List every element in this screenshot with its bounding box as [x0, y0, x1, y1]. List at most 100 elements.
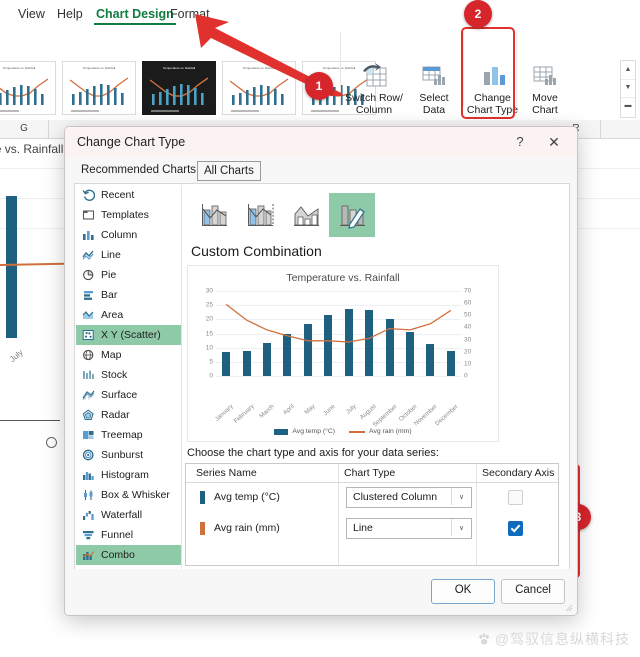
combo-preset-stacked-area-clustered-column[interactable] — [283, 193, 329, 237]
ribbon-tab-chart-design[interactable]: Chart Design — [94, 7, 176, 25]
worksheet-chart-title: Temperature vs. Rainfall — [0, 142, 64, 156]
chart-type-item-area[interactable]: Area — [76, 305, 181, 325]
change-chart-type-button[interactable]: Change Chart Type — [465, 58, 520, 116]
chart-type-item-funnel[interactable]: Funnel — [76, 525, 181, 545]
chart-type-item-column[interactable]: Column — [76, 225, 181, 245]
chevron-down-icon: ∨ — [451, 488, 471, 505]
chart-type-item-waterfall[interactable]: Waterfall — [76, 505, 181, 525]
chart-type-dropdown-avg-rain[interactable]: Line ∨ — [346, 518, 472, 539]
chart-type-item-xy-scatter[interactable]: X Y (Scatter) — [76, 325, 181, 345]
chart-type-item-pie[interactable]: Pie — [76, 265, 181, 285]
series-color-swatch — [200, 491, 205, 504]
series-row-avg-rain: Avg rain (mm) Line ∨ — [186, 514, 558, 544]
chart-type-item-treemap[interactable]: Treemap — [76, 425, 181, 445]
chart-resize-handle[interactable] — [46, 437, 57, 448]
move-chart-button[interactable]: Move Chart — [518, 58, 572, 116]
column-header-g[interactable]: G — [0, 120, 49, 138]
worksheet-chart-xlabel: July — [8, 347, 25, 364]
pie-chart-icon — [80, 268, 96, 282]
chart-type-item-recent[interactable]: Recent — [76, 185, 181, 205]
gallery-scroll-down-button[interactable]: ▼ — [621, 79, 635, 98]
tab-all-charts[interactable]: All Charts — [197, 161, 261, 181]
dropdown-value: Line — [353, 522, 373, 534]
combo-preset-custom-combination[interactable] — [329, 193, 375, 237]
secondary-axis-checkbox-avg-rain[interactable] — [508, 521, 523, 536]
line-chart-icon — [80, 248, 96, 262]
chart-type-item-surface[interactable]: Surface — [76, 385, 181, 405]
chart-style-thumbnail[interactable]: Temperature vs. Rainfall — [222, 61, 296, 115]
dialog-footer: OK Cancel — [65, 569, 577, 615]
preview-legend: Avg temp (°C) Avg rain (mm) — [188, 428, 498, 435]
chart-type-item-stock[interactable]: Stock — [76, 365, 181, 385]
series-row-avg-temp: Avg temp (°C) Clustered Column ∨ — [186, 483, 558, 513]
chart-type-list[interactable]: Recent Templates Column Line Pie Bar Are… — [76, 185, 182, 575]
ribbon-tab-format[interactable]: Format — [170, 7, 210, 21]
change-chart-type-icon — [465, 58, 520, 92]
chart-type-item-box-whisker[interactable]: Box & Whisker — [76, 485, 181, 505]
watermark: @驾驭信息纵横科技 — [478, 629, 630, 649]
switch-row-column-button[interactable]: Switch Row/Column — [345, 58, 403, 116]
chart-style-thumbnail-selected[interactable]: Temperature vs. Rainfall — [142, 61, 216, 115]
chart-type-item-sunburst[interactable]: Sunburst — [76, 445, 181, 465]
series-name: Avg rain (mm) — [214, 522, 280, 534]
chart-type-item-templates[interactable]: Templates — [76, 205, 181, 225]
chart-type-item-map[interactable]: Map — [76, 345, 181, 365]
chart-type-label: Sunburst — [101, 449, 144, 461]
select-data-button[interactable]: Select Data — [405, 58, 463, 116]
switch-row-column-icon — [345, 58, 403, 92]
chart-style-thumbnail[interactable]: Temperature vs. Rainfall — [0, 61, 56, 115]
thumbnail-legend — [0, 110, 19, 112]
dialog-resize-grip[interactable] — [563, 602, 573, 612]
funnel-chart-icon — [80, 528, 96, 542]
combo-preset-clustered-column-line-secondary-axis[interactable] — [237, 193, 283, 237]
ribbon-tab-view[interactable]: View — [18, 7, 45, 21]
thumbnail-title: Temperature vs. Rainfall — [242, 66, 276, 70]
chart-type-label: Line — [101, 249, 121, 261]
chart-type-label: Column — [101, 229, 138, 241]
preview-chart-title: Temperature vs. Rainfall — [286, 272, 400, 284]
chart-type-label: Funnel — [101, 529, 134, 541]
column-header-series-name: Series Name — [196, 467, 257, 479]
thumbnail-legend — [311, 110, 339, 112]
worksheet-chart-bottom-border — [0, 420, 60, 421]
worksheet-embedded-chart[interactable]: Temperature vs. Rainfall May June July A… — [0, 138, 65, 438]
secondary-axis-checkbox-avg-temp[interactable] — [508, 490, 523, 505]
chart-type-label: Waterfall — [101, 509, 143, 521]
chart-type-label: Map — [101, 349, 122, 361]
switch-row-column-label: Switch Row/Column — [345, 92, 403, 116]
help-icon[interactable]: ? — [509, 133, 531, 151]
select-data-icon — [405, 58, 463, 92]
thumbnail-title: Temperature vs. Rainfall — [82, 66, 116, 70]
cancel-button[interactable]: Cancel — [501, 579, 565, 604]
y-axis-tick-label: 5 — [209, 358, 213, 366]
thumbnail-legend — [71, 110, 99, 112]
ok-button[interactable]: OK — [431, 579, 495, 604]
chart-type-label: Pie — [101, 269, 117, 281]
secondary-y-axis-tick-label: 10 — [464, 360, 472, 368]
chart-styles-gallery[interactable]: Temperature vs. Rainfall Temperature vs.… — [0, 61, 376, 115]
bar-chart-icon — [80, 288, 96, 302]
ribbon-tab-help[interactable]: Help — [57, 7, 83, 21]
chart-type-label: Histogram — [101, 469, 149, 481]
chart-style-thumbnail[interactable]: Temperature vs. Rainfall — [62, 61, 136, 115]
gallery-scrollbar[interactable]: ▲ ▼ ▬ — [620, 60, 636, 118]
chart-type-item-combo[interactable]: Combo — [76, 545, 181, 565]
chart-preview: Temperature vs. Rainfall 0 5 10 15 20 25 30 0 10… — [187, 265, 499, 442]
secondary-y-axis-tick-label: 30 — [464, 336, 472, 344]
close-icon[interactable]: ✕ — [543, 133, 565, 151]
map-chart-icon — [80, 348, 96, 362]
chart-type-item-radar[interactable]: Radar — [76, 405, 181, 425]
chart-type-label: Treemap — [101, 429, 143, 441]
thumbnail-minichart — [0, 73, 50, 105]
chart-type-item-histogram[interactable]: Histogram — [76, 465, 181, 485]
y-axis-tick-label: 15 — [205, 330, 213, 337]
gallery-scroll-up-button[interactable]: ▲ — [621, 61, 635, 80]
chart-type-item-line[interactable]: Line — [76, 245, 181, 265]
combo-preset-clustered-column-line[interactable] — [191, 193, 237, 237]
chart-type-item-bar[interactable]: Bar — [76, 285, 181, 305]
tab-recommended-charts[interactable]: Recommended Charts — [75, 161, 202, 179]
legend-label: Avg temp (°C) — [292, 428, 336, 435]
thumbnail-minichart — [148, 73, 210, 105]
gallery-more-button[interactable]: ▬ — [621, 97, 635, 115]
chart-type-dropdown-avg-temp[interactable]: Clustered Column ∨ — [346, 487, 472, 508]
